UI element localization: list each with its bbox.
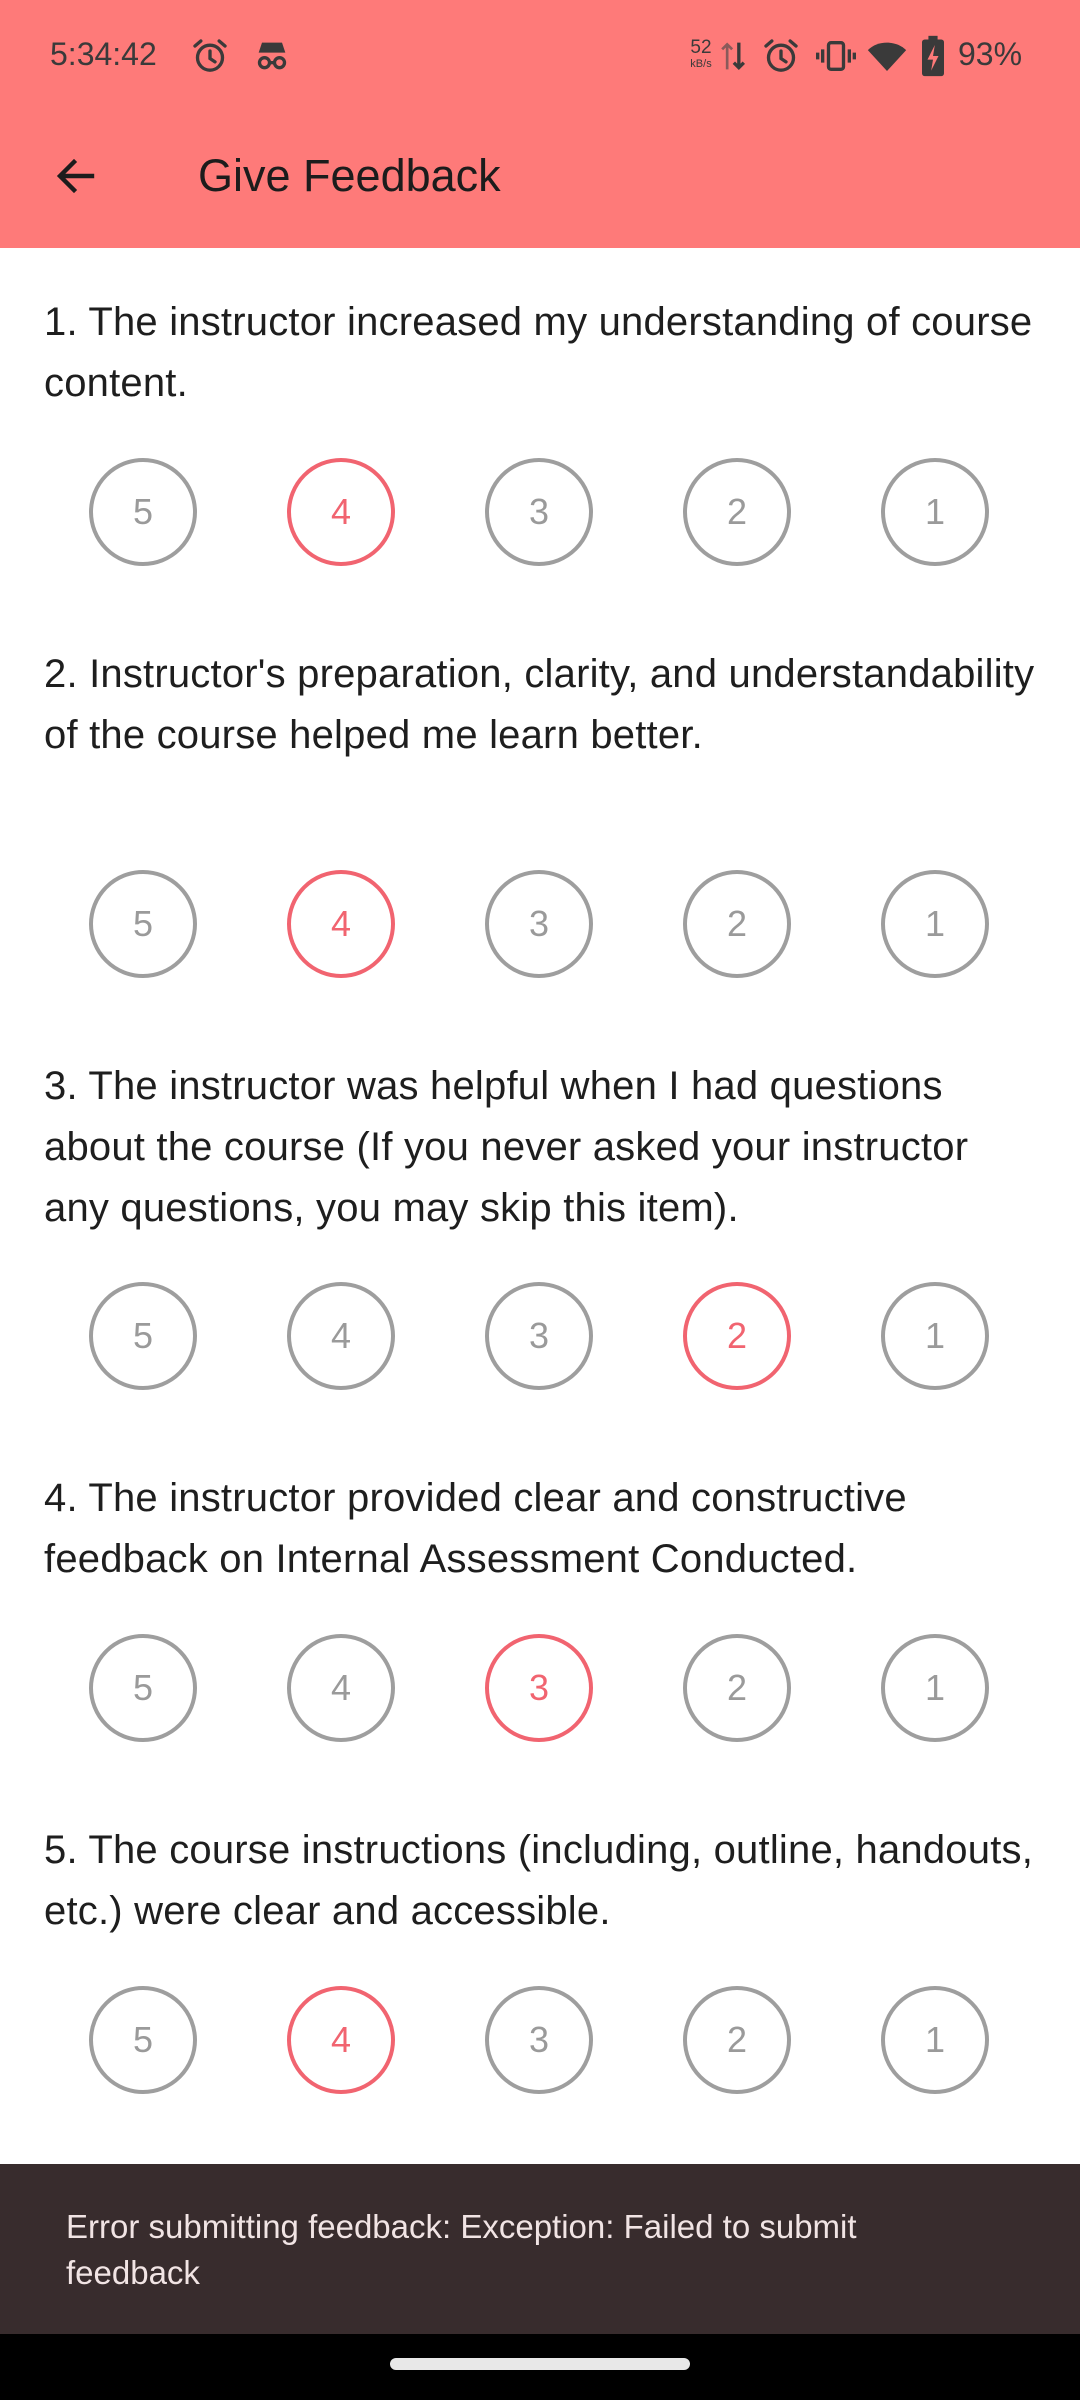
rating-option-4[interactable]: 4 xyxy=(287,1634,395,1742)
error-snackbar: Error submitting feedback: Exception: Fa… xyxy=(0,2164,1080,2334)
rating-option-2[interactable]: 2 xyxy=(683,1986,791,2094)
rating-option-1[interactable]: 1 xyxy=(881,870,989,978)
question-text: 2. Instructor's preparation, clarity, an… xyxy=(44,652,1035,757)
page-title: Give Feedback xyxy=(198,150,501,201)
back-button[interactable] xyxy=(36,136,116,216)
rating-option-5[interactable]: 5 xyxy=(89,458,197,566)
rating-option-1[interactable]: 1 xyxy=(881,1986,989,2094)
rating-row: 54321 xyxy=(0,1986,1080,2098)
rating-row: 54321 xyxy=(0,1282,1080,1394)
home-indicator[interactable] xyxy=(390,2358,690,2370)
rating-option-3[interactable]: 3 xyxy=(485,870,593,978)
rating-option-4[interactable]: 4 xyxy=(287,458,395,566)
question-text: 1. The instructor increased my understan… xyxy=(44,300,1033,405)
rating-option-2[interactable]: 2 xyxy=(683,458,791,566)
alarm-icon xyxy=(764,39,798,72)
rating-option-4[interactable]: 4 xyxy=(287,1282,395,1390)
rating-row: 54321 xyxy=(0,458,1080,570)
rating-option-1[interactable]: 1 xyxy=(881,1634,989,1742)
battery-charging-icon xyxy=(922,35,944,77)
rating-option-1[interactable]: 1 xyxy=(881,458,989,566)
rating-option-2[interactable]: 2 xyxy=(683,1634,791,1742)
rating-option-3[interactable]: 3 xyxy=(485,458,593,566)
network-speed: 52 kB/s xyxy=(686,37,716,71)
rating-option-5[interactable]: 5 xyxy=(89,870,197,978)
incognito-icon xyxy=(257,42,287,70)
rating-option-3[interactable]: 3 xyxy=(485,1986,593,2094)
app-bar: 5:34:42 52 kB/s 93% Give Feedback xyxy=(0,0,1080,248)
alarm-icon xyxy=(193,39,227,72)
toolbar: Give Feedback xyxy=(0,112,1080,248)
vibrate-icon xyxy=(816,41,856,71)
navigation-bar xyxy=(0,2334,1080,2400)
arrow-back-icon xyxy=(56,158,95,194)
rating-option-2[interactable]: 2 xyxy=(683,870,791,978)
rating-option-4[interactable]: 4 xyxy=(287,870,395,978)
status-time: 5:34:42 xyxy=(50,36,157,72)
rating-option-5[interactable]: 5 xyxy=(89,1282,197,1390)
network-speed-unit: kB/s xyxy=(690,58,712,70)
question-text: 5. The course instructions (including, o… xyxy=(44,1828,1034,1933)
question-text: 4. The instructor provided clear and con… xyxy=(44,1476,907,1581)
wifi-icon xyxy=(867,42,907,71)
status-bar: 5:34:42 52 kB/s 93% xyxy=(0,0,1080,112)
data-transfer-icon xyxy=(721,42,746,71)
rating-row: 54321 xyxy=(0,1634,1080,1746)
rating-option-3[interactable]: 3 xyxy=(485,1634,593,1742)
rating-option-2[interactable]: 2 xyxy=(683,1282,791,1390)
question-text: 3. The instructor was helpful when I had… xyxy=(44,1064,969,1230)
rating-option-5[interactable]: 5 xyxy=(89,1634,197,1742)
rating-option-4[interactable]: 4 xyxy=(287,1986,395,2094)
rating-option-5[interactable]: 5 xyxy=(89,1986,197,2094)
network-speed-value: 52 xyxy=(690,37,712,58)
battery-percent: 93% xyxy=(958,36,1023,72)
rating-option-1[interactable]: 1 xyxy=(881,1282,989,1390)
rating-row: 54321 xyxy=(0,870,1080,982)
rating-option-3[interactable]: 3 xyxy=(485,1282,593,1390)
snackbar-message: Error submitting feedback: Exception: Fa… xyxy=(66,2208,857,2291)
